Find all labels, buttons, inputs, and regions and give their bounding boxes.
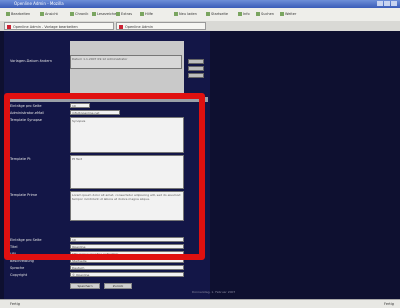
apply-button[interactable] xyxy=(188,73,204,78)
field-label: Vorlagen-Datum ändern xyxy=(10,59,52,63)
bookmark-icon xyxy=(116,12,120,16)
highlight-box xyxy=(4,93,205,260)
status-text: Fertig xyxy=(10,302,20,306)
minimize-button[interactable] xyxy=(377,1,383,6)
reset-button[interactable]: Zurück xyxy=(104,283,132,289)
copyright-input[interactable]: © Openline xyxy=(70,272,184,277)
window-controls xyxy=(377,1,397,6)
menu-item[interactable]: Hilfe xyxy=(140,12,153,18)
menu-item[interactable]: Chronik xyxy=(70,12,88,18)
bookmark-icon xyxy=(280,12,284,16)
language-input[interactable]: Deutsch xyxy=(70,265,184,270)
save-button[interactable]: Speichern xyxy=(70,283,100,289)
bookmark-icon xyxy=(238,12,242,16)
menu-item[interactable]: Neu laden xyxy=(174,12,197,18)
top-field[interactable]: Datum 1.1.2007 09:12 Administrator xyxy=(70,55,182,69)
close-icon[interactable] xyxy=(119,25,123,29)
preview-box xyxy=(70,41,184,99)
maximize-button[interactable] xyxy=(384,1,390,6)
browse-button[interactable] xyxy=(188,59,204,64)
menu-item[interactable]: Bearbeiten xyxy=(6,12,30,18)
menu-item[interactable]: Suchen xyxy=(256,12,274,18)
status-right: Fertig xyxy=(384,302,394,306)
tab-vorlage[interactable]: Openline Admin - Vorlage bearbeiten xyxy=(4,22,114,30)
footer-datetime: Donnerstag, 1. Februar 2007 xyxy=(192,290,236,294)
tab-admin[interactable]: Openline Admin xyxy=(116,22,206,30)
bookmark-icon xyxy=(140,12,144,16)
bookmark-icon xyxy=(256,12,260,16)
toolbar: Bearbeiten Ansicht Chronik Lesezeichen E… xyxy=(0,8,400,22)
menu-item[interactable]: Extras xyxy=(116,12,132,18)
window-title: Openline Admin - Mozilla xyxy=(14,1,64,6)
menu-item[interactable]: Startseite xyxy=(206,12,228,18)
close-icon[interactable] xyxy=(7,25,11,29)
delete-button[interactable] xyxy=(188,66,204,71)
bookmark-icon xyxy=(6,12,10,16)
bookmark-icon xyxy=(92,12,96,16)
close-button[interactable] xyxy=(391,1,397,6)
field-label: Copyright xyxy=(10,273,28,277)
bookmark-icon xyxy=(174,12,178,16)
bookmark-icon xyxy=(40,12,44,16)
menu-item[interactable]: Ansicht xyxy=(40,12,58,18)
bookmark-icon xyxy=(70,12,74,16)
page-content: Vorlagen-Datum ändern Datum 1.1.2007 09:… xyxy=(0,31,400,299)
bookmark-icon xyxy=(206,12,210,16)
tab-bar: Openline Admin - Vorlage bearbeiten Open… xyxy=(0,21,400,31)
field-label: Sprache xyxy=(10,266,25,270)
menu-item[interactable]: Info xyxy=(238,12,250,18)
menu-item[interactable]: Lesezeichen xyxy=(92,12,119,18)
menu-item[interactable]: Weiter xyxy=(280,12,296,18)
window-titlebar: Openline Admin - Mozilla xyxy=(0,0,400,8)
